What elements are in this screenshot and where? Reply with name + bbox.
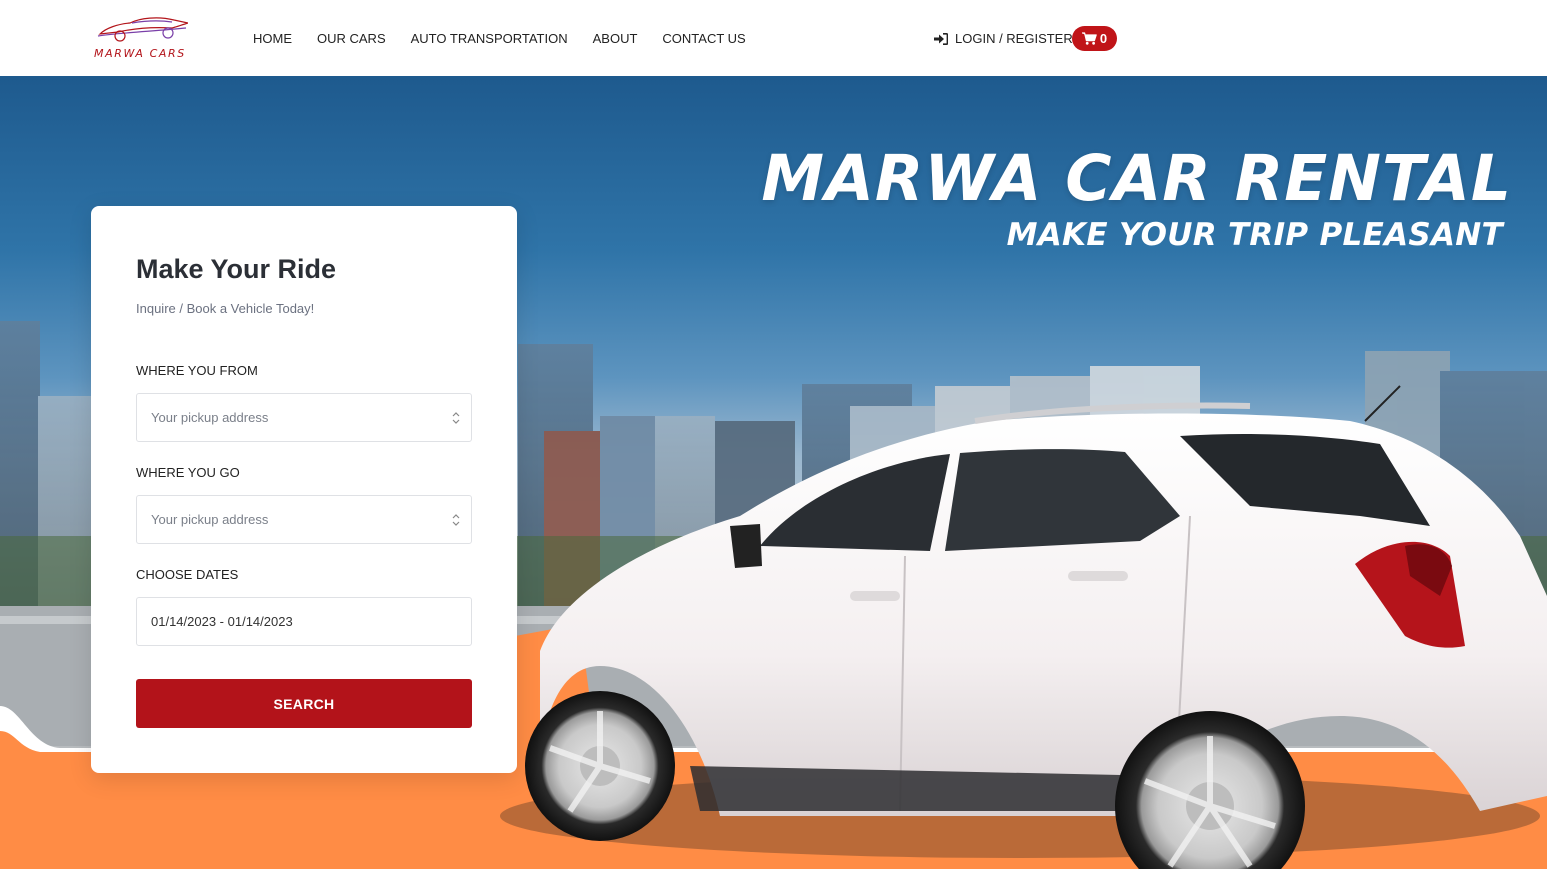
to-label: WHERE YOU GO — [136, 465, 240, 480]
car-logo-icon — [97, 17, 188, 42]
login-label: LOGIN / REGISTER — [955, 31, 1073, 46]
cart-count: 0 — [1099, 31, 1108, 46]
hero-title: MARWA CAR RENTAL — [761, 142, 1512, 215]
brand-logo[interactable]: MARWA CARS — [92, 14, 188, 62]
nav-about[interactable]: ABOUT — [593, 31, 638, 47]
cart-button[interactable]: 0 — [1072, 26, 1117, 51]
destination-placeholder: Your pickup address — [151, 512, 269, 527]
logo-text: MARWA CARS — [94, 47, 186, 60]
nav-home[interactable]: HOME — [253, 31, 292, 47]
booking-card: Make Your Ride Inquire / Book a Vehicle … — [91, 206, 517, 773]
search-button[interactable]: SEARCH — [136, 679, 472, 728]
date-range-input[interactable]: 01/14/2023 - 01/14/2023 — [136, 597, 472, 646]
hero-subtitle: MAKE YOUR TRIP PLEASANT — [1006, 217, 1503, 253]
main-nav: HOME OUR CARS AUTO TRANSPORTATION ABOUT … — [253, 31, 771, 47]
booking-subtitle: Inquire / Book a Vehicle Today! — [136, 301, 315, 316]
pickup-address-select[interactable]: Your pickup address — [136, 393, 472, 442]
sign-in-icon — [934, 33, 948, 45]
destination-address-select[interactable]: Your pickup address — [136, 495, 472, 544]
pickup-placeholder: Your pickup address — [151, 410, 269, 425]
date-range-value: 01/14/2023 - 01/14/2023 — [151, 614, 293, 629]
site-header: MARWA CARS HOME OUR CARS AUTO TRANSPORTA… — [0, 0, 1547, 76]
select-arrows-icon — [452, 514, 460, 526]
nav-contact-us[interactable]: CONTACT US — [662, 31, 745, 47]
login-register-link[interactable]: LOGIN / REGISTER — [934, 31, 1073, 47]
dates-label: CHOOSE DATES — [136, 567, 239, 582]
select-arrows-icon — [452, 412, 460, 424]
nav-our-cars[interactable]: OUR CARS — [317, 31, 386, 47]
nav-auto-transportation[interactable]: AUTO TRANSPORTATION — [411, 31, 568, 47]
booking-title: Make Your Ride — [136, 254, 337, 284]
cart-icon — [1081, 32, 1097, 45]
from-label: WHERE YOU FROM — [136, 363, 258, 378]
